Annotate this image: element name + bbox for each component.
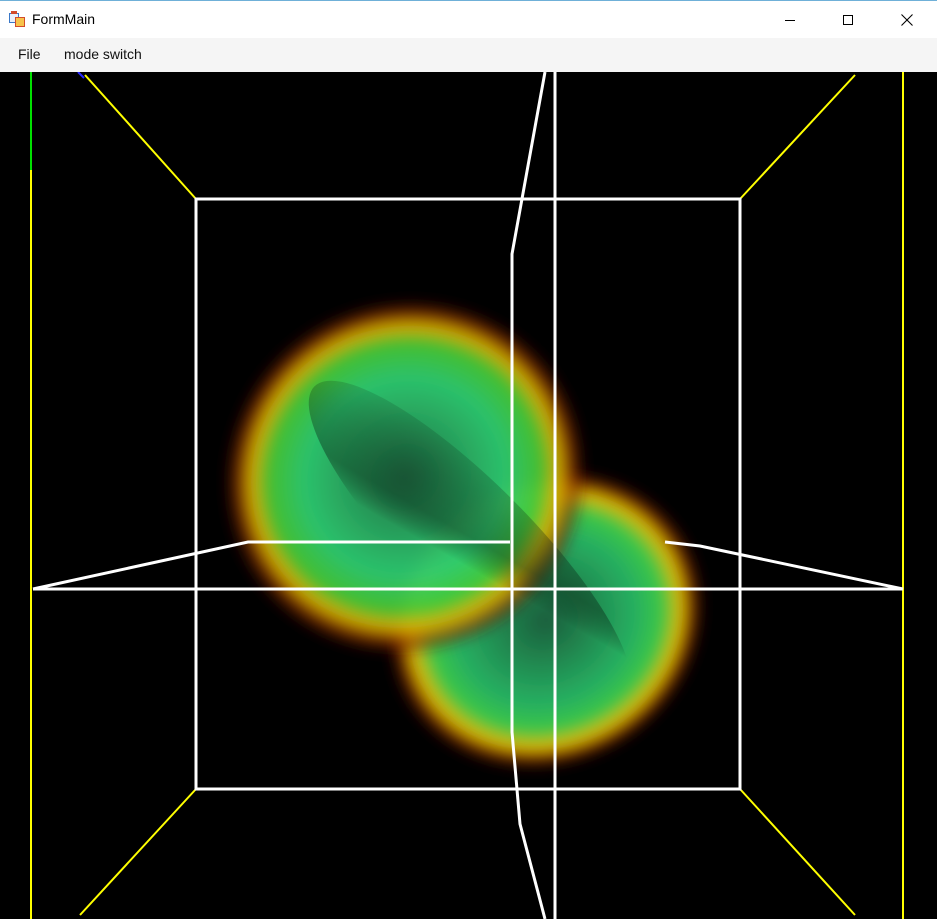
- menu-file[interactable]: File: [10, 38, 49, 72]
- main-window: FormMain File mode switch: [0, 0, 937, 919]
- z-axis-line: [77, 72, 85, 79]
- maximize-icon: [843, 15, 853, 25]
- app-form-icon: [9, 11, 25, 27]
- menu-bar: File mode switch: [0, 38, 937, 72]
- menu-mode-switch[interactable]: mode switch: [56, 38, 150, 72]
- volume-render-canvas[interactable]: [0, 72, 937, 919]
- window-title: FormMain: [32, 11, 96, 27]
- close-icon: [901, 14, 913, 26]
- title-bar[interactable]: FormMain: [0, 0, 937, 38]
- minimize-button[interactable]: [761, 1, 819, 39]
- close-button[interactable]: [878, 1, 936, 39]
- maximize-button[interactable]: [819, 1, 877, 39]
- volume-render: [221, 297, 707, 773]
- render-viewport[interactable]: [0, 72, 937, 919]
- minimize-icon: [785, 20, 795, 21]
